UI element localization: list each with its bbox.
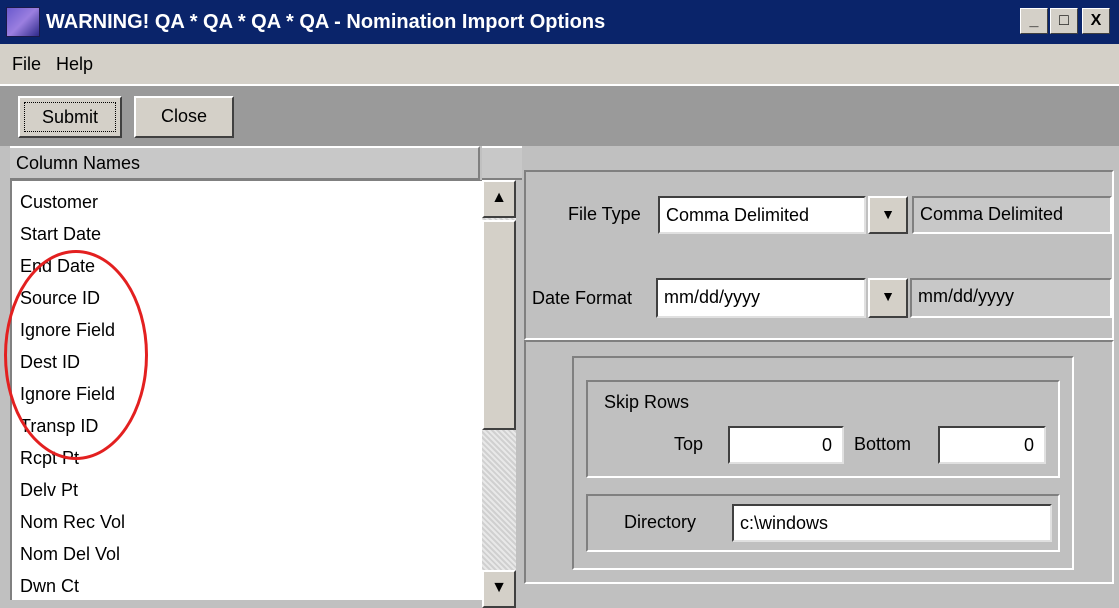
skip-rows-group: Skip Rows Top 0 Bottom 0 (586, 380, 1060, 478)
close-window-button[interactable]: X (1082, 8, 1110, 34)
date-format-display: mm/dd/yyyy (910, 278, 1112, 318)
toolbar: Submit Close (0, 84, 1119, 146)
scroll-thumb[interactable] (482, 220, 516, 430)
file-type-label: File Type (568, 204, 641, 224)
scroll-up-icon[interactable]: ▲ (482, 180, 516, 218)
maximize-button[interactable]: □ (1050, 8, 1078, 34)
date-format-label: Date Format (532, 288, 633, 308)
directory-input[interactable]: c:\windows (732, 504, 1052, 542)
title-bar: WARNING! QA * QA * QA * QA - Nomination … (0, 0, 1119, 44)
list-item[interactable]: Customer (20, 186, 98, 218)
file-type-display: Comma Delimited (912, 196, 1112, 234)
date-format-input[interactable]: mm/dd/yyyy (656, 278, 866, 318)
scroll-down-icon[interactable]: ▼ (482, 570, 516, 608)
date-format-dropdown-icon[interactable]: ▼ (868, 278, 908, 318)
window-title: WARNING! QA * QA * QA * QA - Nomination … (46, 11, 606, 33)
top-label: Top (674, 434, 704, 454)
menu-file[interactable]: File (12, 44, 41, 84)
options-panel: Skip Rows Top 0 Bottom 0 Directory c:\wi… (524, 340, 1114, 584)
bottom-rows-input[interactable]: 0 (938, 426, 1046, 464)
bottom-label: Bottom (854, 434, 912, 454)
menu-bar: File Help (0, 44, 1119, 84)
close-button[interactable]: Close (134, 96, 234, 138)
file-type-input[interactable]: Comma Delimited (658, 196, 866, 234)
top-rows-input[interactable]: 0 (728, 426, 844, 464)
file-type-dropdown-icon[interactable]: ▼ (868, 196, 908, 234)
format-panel: File Type Comma Delimited ▼ Comma Delimi… (524, 170, 1114, 340)
directory-group: Directory c:\windows (586, 494, 1060, 552)
submit-button[interactable]: Submit (18, 96, 122, 138)
menu-help[interactable]: Help (56, 44, 93, 84)
app-icon (6, 7, 40, 37)
list-item[interactable]: Start Date (20, 218, 101, 250)
header-filler (482, 146, 522, 180)
options-inner-panel: Skip Rows Top 0 Bottom 0 Directory c:\wi… (572, 356, 1074, 570)
submit-label: Submit (24, 102, 116, 132)
list-item[interactable]: Delv Pt (20, 474, 78, 506)
directory-label: Directory (624, 512, 697, 532)
list-item[interactable]: Nom Del Vol (20, 538, 120, 570)
list-item[interactable]: Dwn Ct (20, 570, 79, 600)
minimize-button[interactable]: _ (1020, 8, 1048, 34)
column-names-header[interactable]: Column Names (10, 146, 480, 180)
list-item[interactable]: Nom Rec Vol (20, 506, 125, 538)
annotation-ellipse (4, 250, 148, 460)
skip-rows-label: Skip Rows (604, 392, 690, 412)
list-scrollbar[interactable]: ▲ ▼ (482, 180, 516, 608)
